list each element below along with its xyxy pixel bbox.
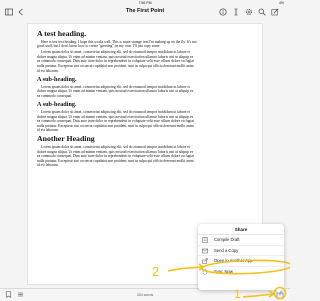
document-body[interactable]: A test heading. Here is test text headin…	[37, 29, 197, 169]
popover-arrow	[275, 289, 283, 293]
share-item-sync-now[interactable]: Sync Now	[198, 267, 284, 278]
heading-2: Another Heading	[37, 134, 95, 144]
compile-icon	[202, 237, 208, 243]
typewriter-icon[interactable]	[232, 8, 240, 16]
open-in-app-icon	[202, 258, 208, 264]
inspector-icon[interactable]	[219, 8, 227, 16]
paragraph: Lorem ipsum dolor sit amet, consectetur …	[37, 84, 194, 98]
status-time: 7:56 PM	[138, 1, 152, 5]
paragraph: Here is test text heading. I hope this w…	[37, 39, 197, 49]
subheading: A sub-heading.	[37, 76, 77, 84]
paragraph: Lorem ipsum dolor sit amet, consectetur …	[37, 109, 195, 133]
share-item-label: Sync Now	[214, 268, 233, 274]
status-battery: 4%	[278, 1, 284, 5]
share-popover-title: Share	[198, 224, 284, 235]
subheading: A sub-heading.	[37, 101, 77, 109]
heading-1: A test heading.	[37, 29, 87, 38]
share-item-label: Send a Copy	[214, 247, 239, 253]
word-count: 354 words	[136, 293, 154, 297]
sync-icon	[202, 269, 208, 274]
share-item-label: Compile Draft	[214, 237, 240, 242]
envelope-icon	[202, 248, 208, 253]
share-item-send-a-copy[interactable]: Send a Copy	[198, 246, 284, 256]
share-popover: Share Compile Draft Send a Copy Open in …	[198, 224, 284, 290]
share-item-label: Open in Another App	[214, 258, 253, 263]
paragraph: Lorem ipsum dolor sit amet, consectetur …	[37, 50, 195, 73]
gear-icon[interactable]	[245, 8, 253, 16]
paragraph: Lorem ipsum dolor sit amet, consectetur …	[37, 144, 195, 168]
nav-bar: The First Point	[0, 6, 290, 20]
compose-icon[interactable]	[271, 8, 279, 16]
share-item-open-in-another-app[interactable]: Open in Another App	[198, 256, 284, 267]
share-item-compile-draft[interactable]: Compile Draft	[198, 235, 284, 246]
search-icon[interactable]	[258, 8, 266, 16]
